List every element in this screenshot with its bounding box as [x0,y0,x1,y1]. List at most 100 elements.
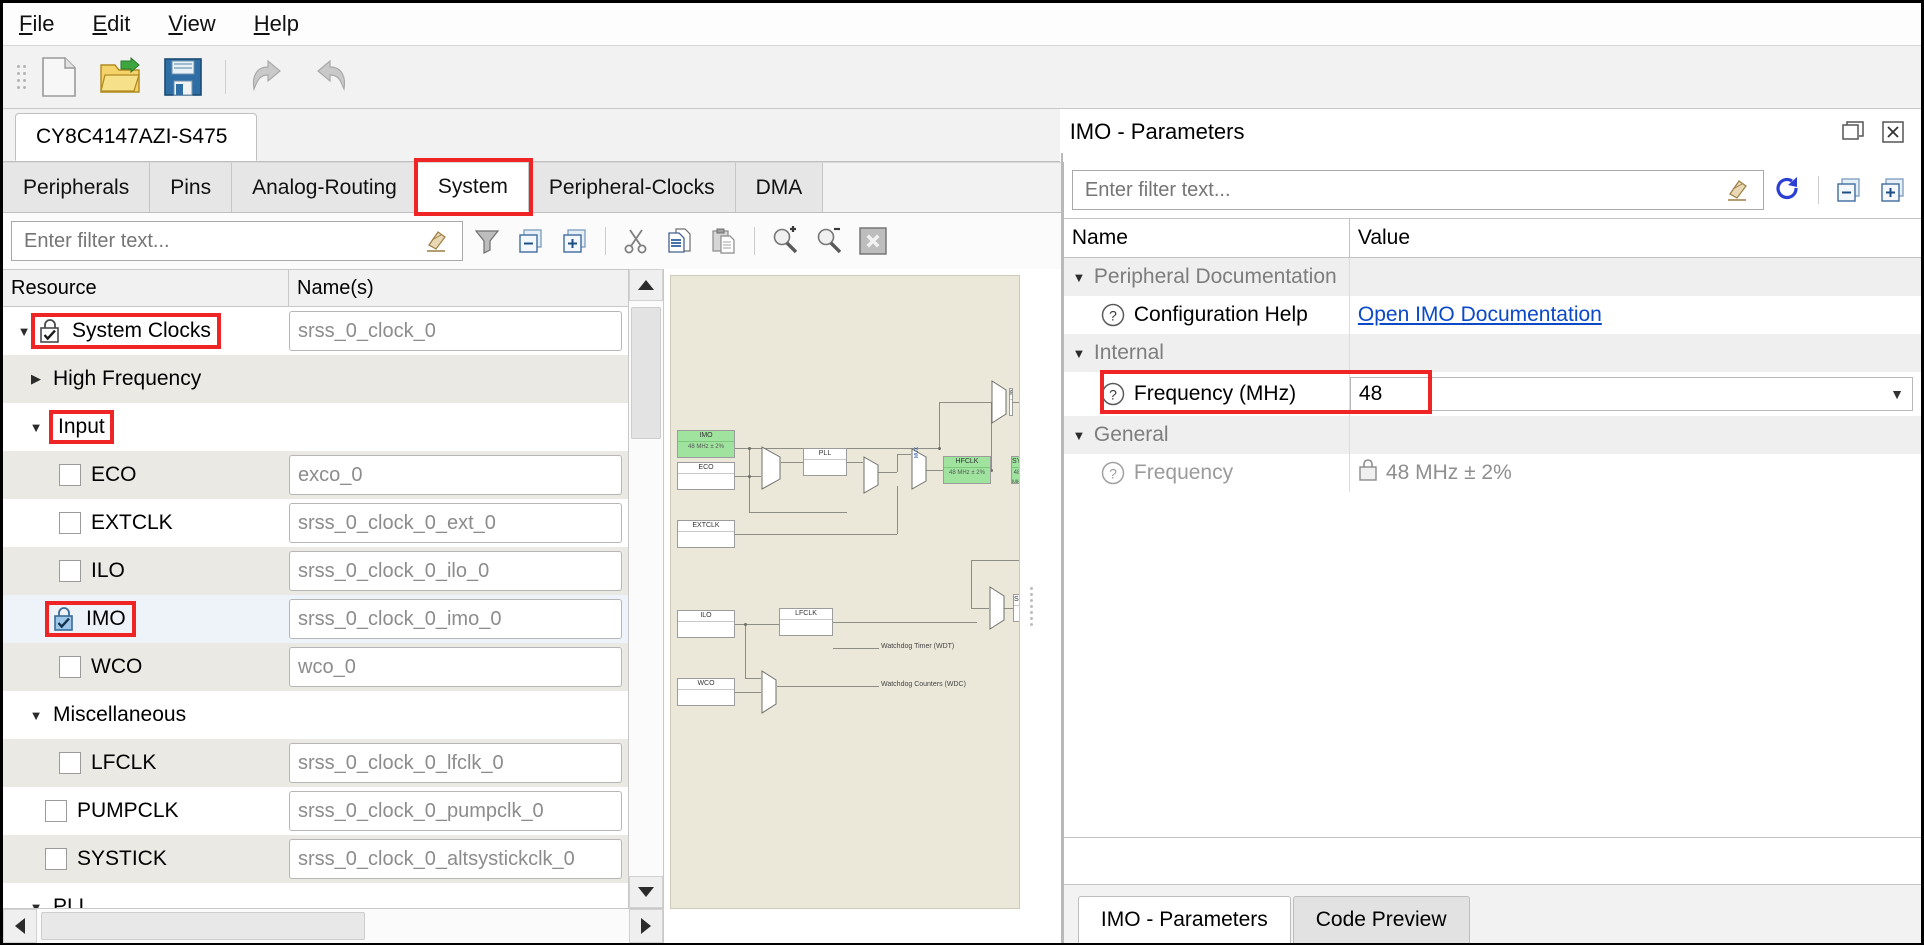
question-icon[interactable]: ? [1100,302,1126,328]
diagram-block-imo[interactable]: IMO 48 MHz ± 2% [677,430,735,458]
tree-filter-box[interactable] [11,221,463,261]
new-file-button[interactable] [31,53,87,101]
diagram-block-systick[interactable]: SYSTICK [1013,594,1019,622]
table-row[interactable]: IMO srss_0_clock_0_imo_0 [3,595,628,643]
clear-filter-button[interactable] [416,221,456,261]
parameters-expand-all-button[interactable] [1873,170,1913,210]
twisty-expanded-icon[interactable]: ▼ [25,883,47,909]
table-row[interactable]: ? Frequency 48 MHz ± 2% [1064,454,1921,492]
restore-button[interactable] [1833,112,1873,152]
diagram-block-eco[interactable]: ECO [677,462,735,490]
save-button[interactable] [155,53,211,101]
bottom-tab-imo-parameters[interactable]: IMO - Parameters [1077,896,1291,943]
name-field[interactable]: srss_0_clock_0_imo_0 [289,599,622,639]
open-folder-button[interactable] [93,53,149,101]
question-icon[interactable]: ? [1100,381,1126,407]
question-icon[interactable]: ? [1100,460,1126,486]
cut-button[interactable] [616,221,656,261]
scrollbar-track[interactable] [629,301,663,876]
diagram-block-pll[interactable]: PLL [803,448,847,476]
table-row[interactable]: EXTCLK srss_0_clock_0_ext_0 [3,499,628,547]
diagram-block-hfclk[interactable]: HFCLK 48 MHz ± 2% [943,456,991,484]
name-field[interactable]: srss_0_clock_0 [289,311,622,351]
close-button[interactable] [1873,112,1913,152]
menu-item-file[interactable]: File [17,9,56,39]
twisty-expanded-icon[interactable]: ▼ [1064,270,1094,285]
table-row[interactable]: ILO srss_0_clock_0_ilo_0 [3,547,628,595]
table-row[interactable]: ▼ PLL [3,883,628,908]
checkbox-unchecked-icon[interactable] [45,848,67,870]
tree-filter-input[interactable] [22,228,416,254]
diagram-block-sysclk[interactable]: SYSCLK 48 MHz ± 2% [1011,456,1019,484]
table-row[interactable]: ▼ Peripheral Documentation [1063,258,1921,296]
scrollbar-thumb[interactable] [631,307,661,439]
scroll-down-button[interactable] [629,876,663,908]
diagram-block-extclk[interactable]: EXTCLK [677,520,735,548]
tab-analog-routing[interactable]: Analog-Routing [232,162,418,212]
redo-button[interactable] [302,53,358,101]
diagram-block-wco[interactable]: WCO [677,678,735,706]
tab-dma[interactable]: DMA [735,162,824,212]
parameters-filter-input[interactable] [1082,177,1717,203]
tab-peripherals[interactable]: Peripherals [3,162,151,212]
name-field[interactable]: srss_0_clock_0_altsystickclk_0 [289,839,622,879]
table-row[interactable]: ▼ Internal [1063,334,1921,372]
diagram-block-pumpclk[interactable]: PUMPCLK [1009,388,1013,416]
table-row[interactable]: ? Configuration Help Open IMO Documentat… [1064,296,1921,334]
name-field[interactable]: srss_0_clock_0_ilo_0 [289,551,622,591]
twisty-collapsed-icon[interactable]: ▶ [25,355,47,403]
locked-checkbox-checked-icon[interactable] [52,606,78,632]
scroll-right-button[interactable] [629,909,663,943]
twisty-expanded-icon[interactable]: ▼ [25,691,47,739]
open-imo-documentation-link[interactable]: Open IMO Documentation [1358,303,1602,327]
checkbox-unchecked-icon[interactable] [59,560,81,582]
menu-item-view[interactable]: View [166,9,217,39]
zoom-out-button[interactable] [809,221,849,261]
diagram-block-lfclk[interactable]: LFCLK [779,608,833,636]
filter-button[interactable] [467,221,507,261]
table-row[interactable]: ▶ High Frequency [3,355,628,403]
name-field[interactable]: exco_0 [289,455,622,495]
twisty-expanded-icon[interactable]: ▼ [25,403,47,451]
scroll-left-button[interactable] [3,909,37,943]
checkbox-unchecked-icon[interactable] [59,464,81,486]
frequency-combobox[interactable]: 48 ▼ [1349,377,1913,411]
table-row[interactable]: ▼ System Clocks srss_0_clock_0 [3,307,628,355]
hscrollbar-thumb[interactable] [41,912,365,940]
table-row[interactable]: PUMPCLK srss_0_clock_0_pumpclk_0 [3,787,628,835]
tab-peripheral-clocks[interactable]: Peripheral-Clocks [528,162,736,212]
undo-button[interactable] [240,53,296,101]
parameters-refresh-button[interactable] [1768,170,1808,210]
twisty-expanded-icon[interactable]: ▼ [1064,428,1094,443]
table-row[interactable]: ▼ General [1063,416,1921,454]
clock-diagram-canvas[interactable]: MUX IMO 48 MHz ± 2% ECO EXTCLK ILO WCO P… [670,275,1020,909]
panel-divider[interactable] [1061,153,1063,943]
hscrollbar-track[interactable] [37,909,629,943]
name-field[interactable]: srss_0_clock_0_ext_0 [289,503,622,543]
bottom-tab-code-preview[interactable]: Code Preview [1292,896,1470,943]
table-row[interactable]: LFCLK srss_0_clock_0_lfclk_0 [3,739,628,787]
pane-splitter[interactable] [1026,269,1036,943]
parameters-filter-box[interactable] [1071,170,1764,210]
table-row[interactable]: ▼ Input [3,403,628,451]
copy-button[interactable] [660,221,700,261]
zoom-in-button[interactable] [765,221,805,261]
fit-to-window-button[interactable] [853,221,893,261]
checkbox-unchecked-icon[interactable] [59,752,81,774]
name-field[interactable]: srss_0_clock_0_pumpclk_0 [289,791,622,831]
table-row[interactable]: ▼ Miscellaneous [3,691,628,739]
toolbar-gripper[interactable] [11,57,25,97]
table-row[interactable]: WCO wco_0 [3,643,628,691]
checkbox-unchecked-icon[interactable] [59,512,81,534]
twisty-expanded-icon[interactable]: ▼ [1064,346,1094,361]
table-row[interactable]: ? Frequency (MHz) 48 ▼ [1064,370,1921,416]
name-field[interactable]: wco_0 [289,647,622,687]
expand-all-button[interactable] [555,221,595,261]
menu-item-edit[interactable]: Edit [90,9,132,39]
checkbox-unchecked-icon[interactable] [45,800,67,822]
parameters-clear-filter-button[interactable] [1717,170,1757,210]
locked-checkbox-icon[interactable] [38,318,64,344]
checkbox-unchecked-icon[interactable] [59,656,81,678]
table-row[interactable]: ECO exco_0 [3,451,628,499]
name-field[interactable]: srss_0_clock_0_lfclk_0 [289,743,622,783]
